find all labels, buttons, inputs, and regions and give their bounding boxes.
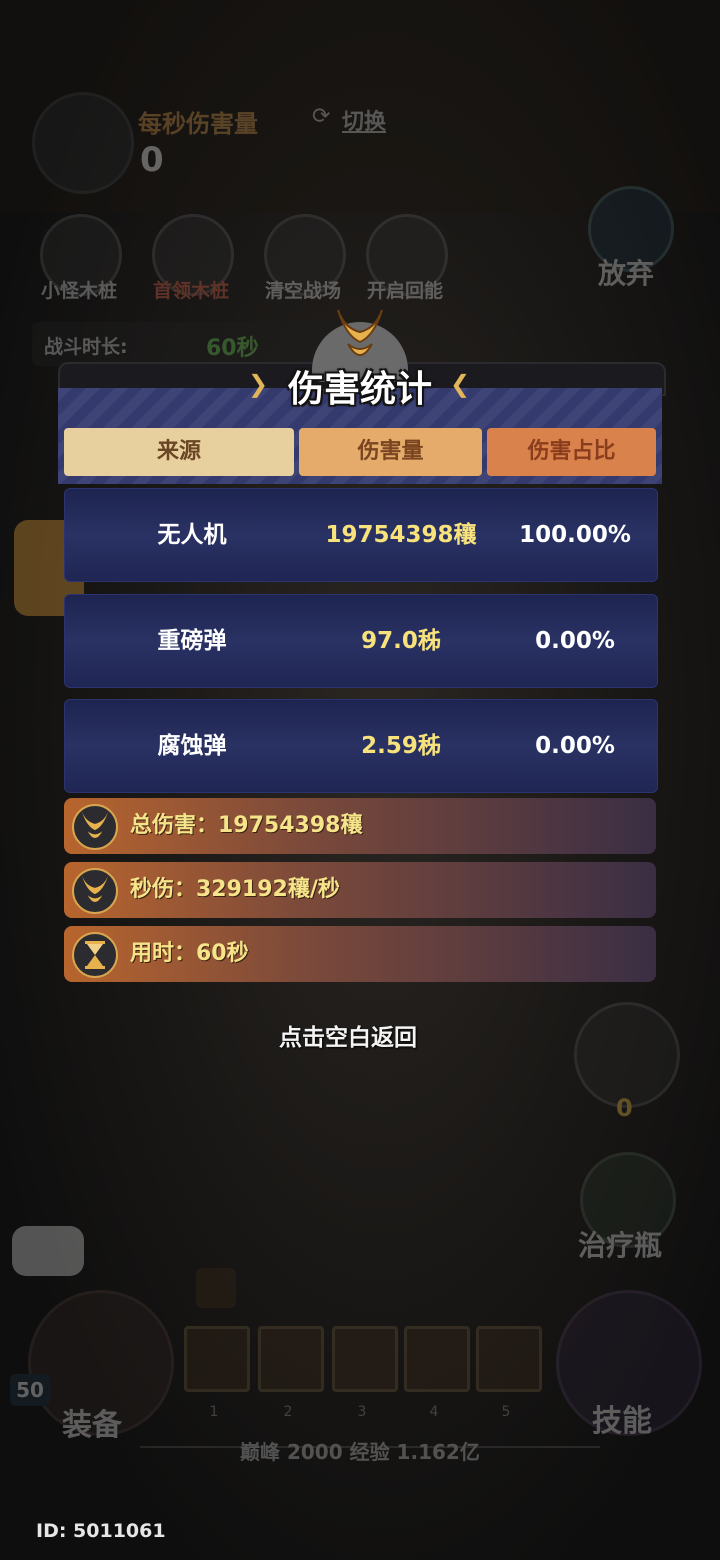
equip-label: 装备 <box>62 1408 122 1443</box>
minion-dummy-label: 小怪木桩 <box>40 280 117 302</box>
crest-icon <box>337 309 383 356</box>
row-damage: 19754398穰 <box>325 522 477 548</box>
skill-slot[interactable] <box>476 1326 542 1392</box>
crest-icon <box>72 804 118 850</box>
slot-number: 3 <box>357 1404 367 1420</box>
lightning-icon <box>196 1268 236 1308</box>
crest-icon <box>72 868 118 914</box>
potion-label: 治疗瓶 <box>578 1229 663 1262</box>
row-percent: 100.00% <box>519 522 631 548</box>
boss-dummy-label: 首领木桩 <box>152 280 229 302</box>
boss-avatar <box>32 92 134 194</box>
ability-counter: 0 <box>616 1094 633 1122</box>
refresh-icon[interactable]: ⟳ <box>312 104 330 129</box>
skill-slot[interactable] <box>184 1326 250 1392</box>
row-damage: 97.0秭 <box>361 628 441 654</box>
dps-title: 每秒伤害量 <box>138 110 258 138</box>
table-row: 腐蚀弹 2.59秭 0.00% <box>64 699 658 793</box>
abandon-label: 放弃 <box>598 257 655 290</box>
slot-number: 4 <box>429 1404 439 1420</box>
row-source: 腐蚀弹 <box>157 733 227 759</box>
dps-bar: 秒伤：329192穰/秒 <box>64 862 656 918</box>
table-row: 无人机 19754398穰 100.00% <box>64 488 658 582</box>
chat-emoji-button[interactable] <box>12 1226 84 1276</box>
total-damage-text: 总伤害：19754398穰 <box>130 813 363 838</box>
energy-regen-label: 开启回能 <box>366 280 443 302</box>
peak-exp-text: 巅峰 2000 经验 1.162亿 <box>240 1440 480 1464</box>
hero-level: 50 <box>10 1374 50 1406</box>
skill-slot[interactable] <box>404 1326 470 1392</box>
player-id: ID: 5011061 <box>36 1520 166 1542</box>
row-source: 重磅弹 <box>157 628 227 654</box>
row-percent: 0.00% <box>535 628 615 654</box>
slot-number: 2 <box>283 1404 293 1420</box>
battle-duration-value: 60秒 <box>206 336 259 361</box>
header-source[interactable]: 来源 <box>64 428 294 476</box>
battle-duration-label: 战斗时长: <box>44 336 128 358</box>
row-damage: 2.59秭 <box>361 733 441 759</box>
header-percent[interactable]: 伤害占比 <box>487 428 656 476</box>
header-damage[interactable]: 伤害量 <box>299 428 482 476</box>
total-damage-bar: 总伤害：19754398穰 <box>64 798 656 854</box>
time-used-bar: 用时：60秒 <box>64 926 656 982</box>
switch-button[interactable]: 切换 <box>342 104 386 136</box>
row-percent: 0.00% <box>535 733 615 759</box>
dps-text: 秒伤：329192穰/秒 <box>130 877 340 902</box>
hourglass-icon <box>72 932 118 978</box>
panel-title: 伤害统计 <box>287 369 432 410</box>
dps-value: 0 <box>140 140 164 180</box>
slot-number: 5 <box>501 1404 511 1420</box>
tap-to-return-hint[interactable]: 点击空白返回 <box>0 1018 696 1052</box>
clear-field-label: 清空战场 <box>264 280 341 302</box>
skill-label: 技能 <box>592 1404 652 1439</box>
row-source: 无人机 <box>157 522 227 548</box>
table-row: 重磅弹 97.0秭 0.00% <box>64 594 658 688</box>
skill-slot[interactable] <box>258 1326 324 1392</box>
slot-number: 1 <box>209 1404 219 1420</box>
skill-slot[interactable] <box>332 1326 398 1392</box>
time-used-text: 用时：60秒 <box>130 941 249 966</box>
